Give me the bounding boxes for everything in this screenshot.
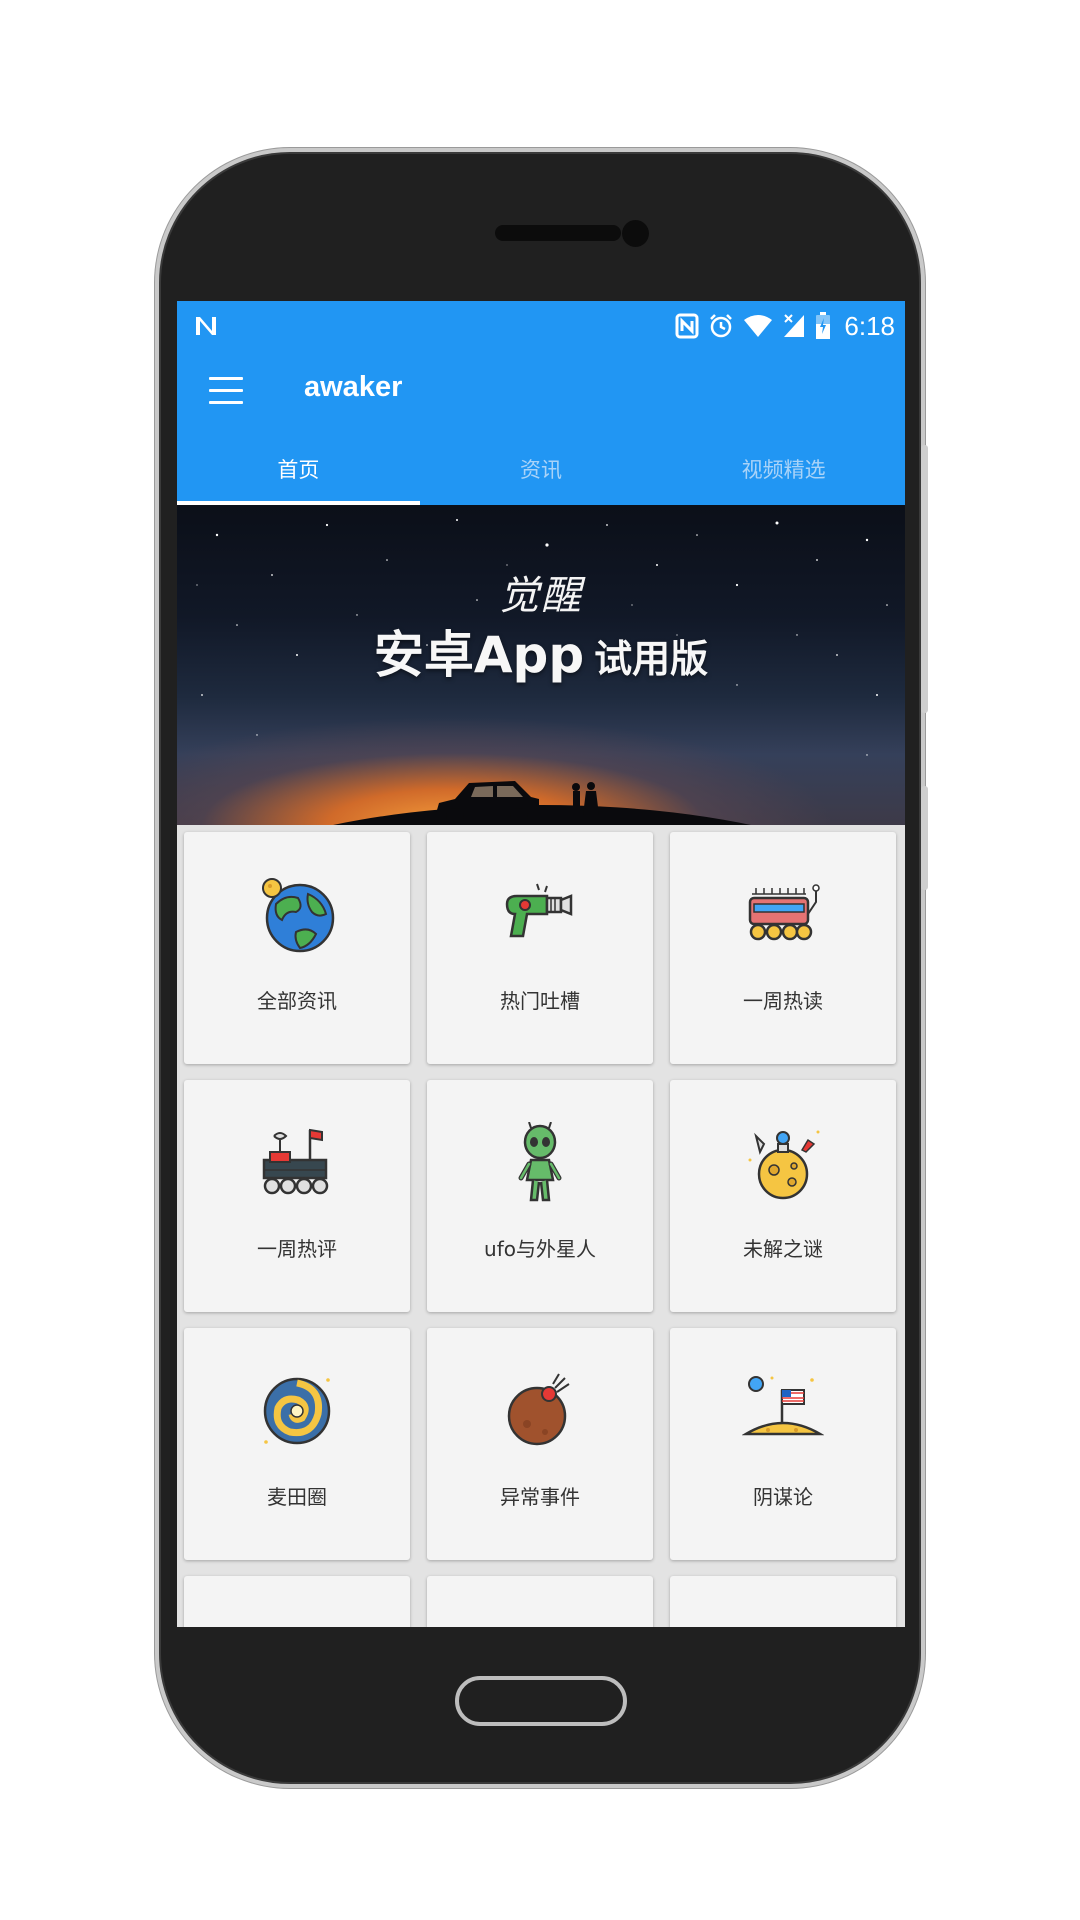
category-label: 麦田圈 [267, 1485, 327, 1509]
app-bar: awaker [177, 351, 905, 433]
category-label: 热门吐槽 [500, 989, 580, 1013]
banner-title-sub: 试用版 [594, 637, 709, 681]
mars-rover-icon [262, 1128, 329, 1195]
app-title: awaker [304, 371, 403, 403]
moon-flag-icon [742, 1376, 824, 1436]
notification-n-icon [196, 317, 216, 335]
category-card[interactable]: 异常事件 [427, 1328, 653, 1560]
status-bar: 6:18 [177, 301, 905, 351]
tab-news[interactable]: 资讯 [420, 433, 663, 505]
category-label: 阴谋论 [753, 1485, 813, 1509]
banner-logo: 觉醒 [499, 573, 583, 619]
front-camera [622, 220, 649, 247]
wifi-icon [744, 315, 773, 337]
home-button[interactable] [455, 1676, 627, 1726]
tab-bar: 首页 资讯 视频精选 [177, 433, 905, 505]
alarm-icon [710, 314, 733, 338]
moon-astronaut-icon [748, 1130, 820, 1200]
category-card[interactable]: 未解之谜 [670, 1080, 896, 1312]
menu-icon[interactable] [209, 377, 243, 405]
category-card[interactable]: 热门吐槽 [427, 832, 653, 1064]
category-label: 一周热读 [743, 989, 823, 1013]
ray-gun-icon [505, 883, 573, 938]
tab-videos[interactable]: 视频精选 [662, 433, 905, 505]
category-card[interactable]: 全部资讯 [184, 832, 410, 1064]
category-label: 未解之谜 [743, 1237, 823, 1261]
category-grid: 全部资讯 热门吐槽 一周热读 一周热评 ufo与外星人 未解之谜 麦田圈 异常事… [184, 832, 898, 1627]
category-card[interactable] [670, 1576, 896, 1627]
galaxy-icon [263, 1377, 331, 1445]
moon-rover-icon [748, 884, 820, 941]
banner[interactable]: 觉醒 安卓App 试用版 [177, 505, 905, 825]
category-card[interactable]: 一周热读 [670, 832, 896, 1064]
banner-title-main: 安卓App [373, 626, 585, 684]
category-card[interactable] [184, 1576, 410, 1627]
screen: 6:18 awaker 首页 资讯 视频精选 觉醒 安卓App 试用版 全部资讯… [177, 301, 905, 1627]
globe-icon [262, 878, 335, 953]
status-icons: 6:18 [675, 309, 895, 343]
battery-icon [816, 312, 831, 339]
category-label: 异常事件 [500, 1485, 580, 1509]
category-card[interactable]: 麦田圈 [184, 1328, 410, 1560]
category-label: 一周热评 [257, 1237, 337, 1261]
power-button [921, 786, 928, 890]
alien-icon [518, 1122, 562, 1202]
banner-title: 安卓App 试用版 [177, 615, 905, 687]
category-card[interactable]: 阴谋论 [670, 1328, 896, 1560]
earpiece-speaker [495, 225, 621, 241]
signal-icon [784, 314, 805, 337]
category-card[interactable] [427, 1576, 653, 1627]
car-silhouette [435, 781, 599, 825]
volume-button [921, 445, 928, 713]
category-label: 全部资讯 [257, 989, 337, 1013]
meteor-planet-icon [507, 1373, 570, 1446]
category-card[interactable]: 一周热评 [184, 1080, 410, 1312]
clock: 6:18 [844, 310, 895, 341]
tab-home[interactable]: 首页 [177, 433, 420, 505]
category-label: ufo与外星人 [484, 1237, 596, 1261]
nfc-icon [675, 313, 699, 339]
category-card[interactable]: ufo与外星人 [427, 1080, 653, 1312]
